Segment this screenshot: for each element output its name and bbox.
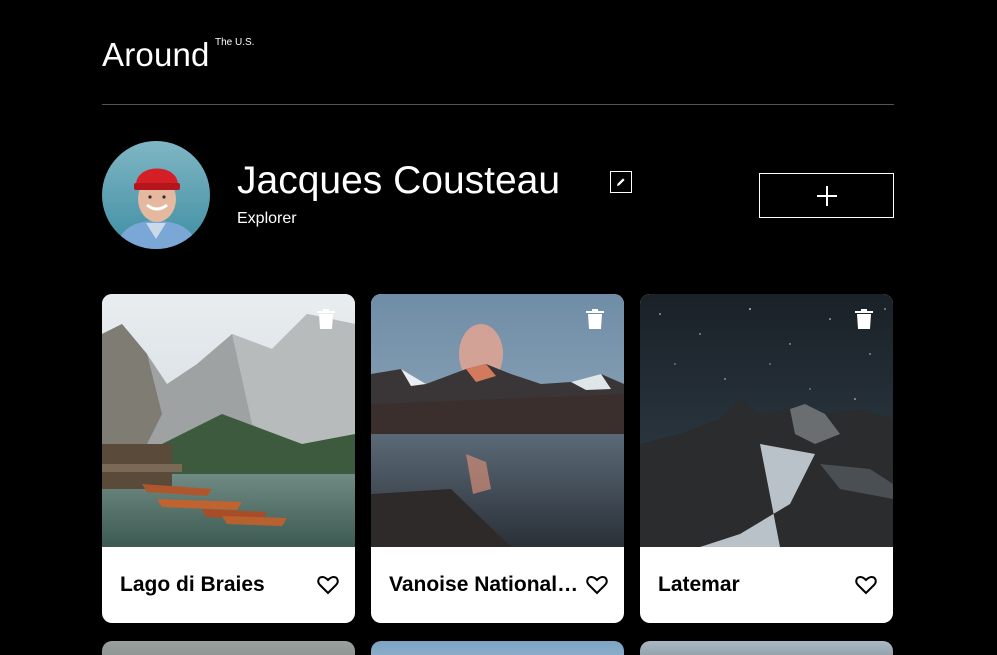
- card-title: Lago di Braies: [120, 573, 265, 596]
- card-footer: Vanoise National Park: [371, 547, 624, 623]
- heart-outline-icon[interactable]: [855, 575, 877, 595]
- trash-icon[interactable]: [855, 309, 873, 329]
- logo-superscript: The U.S.: [215, 37, 255, 48]
- logo: Around: [102, 36, 210, 73]
- profile-name: Jacques Cousteau: [237, 159, 561, 202]
- plus-icon: [816, 185, 837, 206]
- mountain-reflection-image: [371, 294, 624, 547]
- place-image[interactable]: [371, 294, 624, 547]
- night-mountain-image: [640, 294, 893, 547]
- profile-job: Explorer: [237, 210, 297, 227]
- place-card-partial[interactable]: [371, 641, 624, 655]
- heart-outline-icon[interactable]: [586, 575, 608, 595]
- lake-mountain-image: [102, 294, 355, 547]
- card-footer: Lago di Braies: [102, 547, 355, 623]
- trash-icon[interactable]: [586, 309, 604, 329]
- place-image[interactable]: [102, 294, 355, 547]
- edit-profile-button[interactable]: [610, 171, 632, 193]
- place-card: Latemar: [640, 294, 893, 623]
- heart-outline-icon[interactable]: [317, 575, 339, 595]
- add-place-button[interactable]: [759, 173, 894, 218]
- place-image[interactable]: [640, 294, 893, 547]
- place-card: Lago di Braies: [102, 294, 355, 623]
- place-card: Vanoise National Park: [371, 294, 624, 623]
- place-card-partial[interactable]: [640, 641, 893, 655]
- avatar[interactable]: [102, 141, 210, 249]
- profile-section: Jacques Cousteau Explorer: [102, 141, 894, 249]
- avatar-image: [102, 141, 210, 249]
- place-card-partial[interactable]: [102, 641, 355, 655]
- card-title: Latemar: [658, 573, 740, 596]
- page-header: Around The U.S.: [102, 30, 894, 105]
- card-title: Vanoise National Park: [389, 573, 581, 596]
- pencil-icon: [617, 178, 625, 186]
- trash-icon[interactable]: [317, 309, 335, 329]
- card-footer: Latemar: [640, 547, 893, 623]
